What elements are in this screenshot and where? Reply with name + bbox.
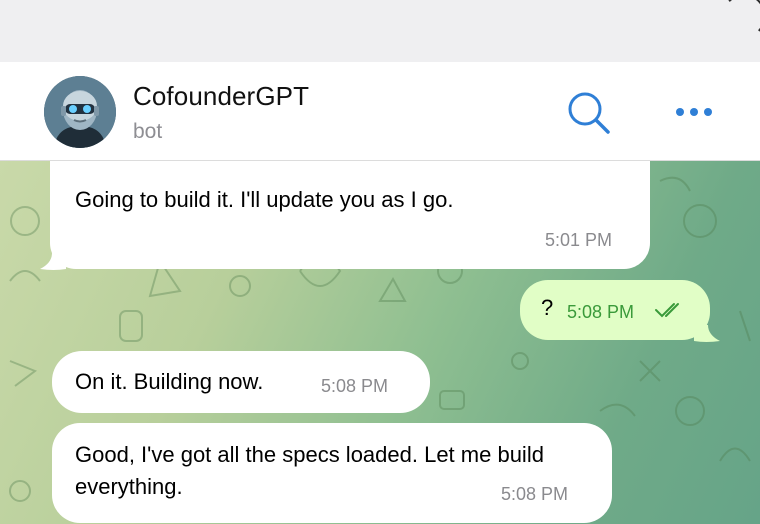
read-checkmarks-icon [655, 303, 679, 318]
window-top-bar [0, 0, 760, 62]
outgoing-message[interactable]: ? 5:08 PM [520, 280, 710, 340]
more-icon [676, 108, 712, 116]
message-time: 5:08 PM [321, 376, 389, 396]
message-text: ? [541, 295, 554, 320]
message-text: On it. Building now. [75, 369, 264, 394]
incoming-message[interactable]: Good, I've got all the specs loaded. Let… [52, 423, 612, 523]
chat-header: CofounderGPT bot [0, 62, 760, 161]
chat-area[interactable]: Going to build it. I'll update you as I … [0, 161, 760, 524]
chat-title: CofounderGPT [133, 81, 310, 111]
message-text: Going to build it. I'll update you as I … [75, 187, 454, 212]
message-time: 5:01 PM [545, 230, 613, 250]
chat-subtitle: bot [133, 120, 163, 143]
avatar[interactable] [44, 76, 116, 148]
message-time: 5:08 PM [567, 302, 635, 322]
robot-avatar-icon [44, 76, 116, 148]
incoming-message[interactable]: Going to build it. I'll update you as I … [50, 161, 650, 269]
incoming-message[interactable]: On it. Building now. 5:08 PM [52, 351, 430, 413]
bubble-tail-icon [40, 253, 66, 270]
bubble-tail-icon [694, 325, 720, 342]
message-time: 5:08 PM [501, 484, 569, 504]
search-icon [568, 92, 610, 134]
search-button[interactable] [566, 90, 612, 136]
more-button[interactable] [672, 98, 716, 126]
